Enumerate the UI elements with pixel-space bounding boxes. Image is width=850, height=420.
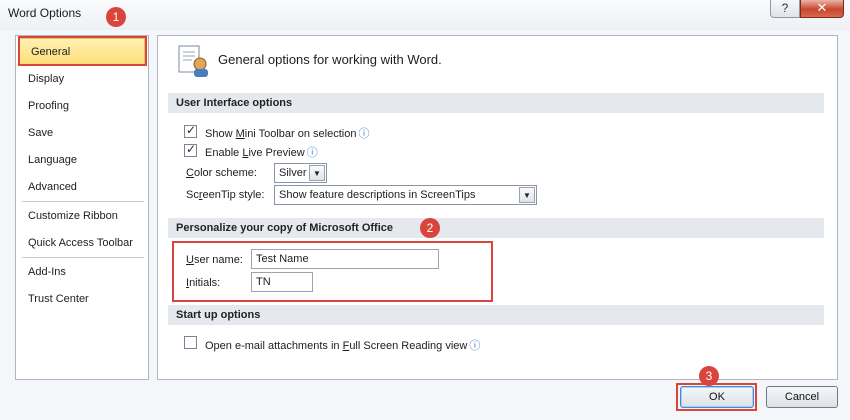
label-text: Show [205,128,236,140]
label-text: olor scheme: [193,167,257,179]
section-header-ui-options: User Interface options [168,93,824,113]
open-email-fullscreen-checkbox[interactable] [184,336,197,349]
sidebar-item-language[interactable]: Language [28,154,77,166]
sidebar-item-add-ins[interactable]: Add-Ins [28,266,66,278]
live-preview-checkbox[interactable] [184,142,197,157]
sidebar-divider [22,201,144,202]
live-preview-label[interactable]: Enable Live Preview ⓘ [205,144,318,160]
label-text: Sc [186,189,199,201]
general-options-panel: General options for working with Word. U… [157,35,838,380]
options-sidebar: General Display Proofing Save Language A… [15,35,149,380]
sidebar-divider [22,257,144,258]
chevron-down-icon[interactable]: ▼ [519,187,535,203]
screentip-style-label: ScreenTip style: [186,189,264,201]
annotation-highlight-general [18,36,147,66]
sidebar-item-trust-center[interactable]: Trust Center [28,293,89,305]
title-buttons: ? ✕ [770,0,844,18]
label-text: eenTip style: [202,189,265,201]
title-bar: Word Options ? ✕ [0,0,850,30]
annotation-badge-3: 3 [699,366,719,386]
mini-toolbar-checkbox[interactable] [184,123,197,138]
sidebar-item-quick-access-toolbar[interactable]: Quick Access Toolbar [28,237,133,249]
info-icon[interactable]: ⓘ [307,147,318,159]
annotation-badge-2: 2 [420,218,440,238]
open-email-fullscreen-label[interactable]: Open e-mail attachments in Full Screen R… [205,337,480,353]
label-text: ini Toolbar on selection [244,128,357,140]
label-text: ive Preview [248,147,305,159]
page-title: General options for working with Word. [218,52,442,67]
color-scheme-select[interactable]: Silver ▼ [274,163,327,183]
sidebar-item-proofing[interactable]: Proofing [28,100,69,112]
cancel-button[interactable]: Cancel [766,386,838,408]
annotation-badge-1: 1 [106,7,126,27]
window-title: Word Options [8,6,82,20]
color-scheme-label: Color scheme: [186,167,257,179]
label-text: ull Screen Reading view [349,340,468,352]
general-options-icon [178,45,208,77]
annotation-highlight-personalize [172,241,493,302]
sidebar-item-advanced[interactable]: Advanced [28,181,77,193]
sidebar-item-customize-ribbon[interactable]: Customize Ribbon [28,210,118,222]
sidebar-item-save[interactable]: Save [28,127,53,139]
section-header-personalize: Personalize your copy of Microsoft Offic… [168,218,824,238]
info-icon[interactable]: ⓘ [469,340,480,352]
close-button[interactable]: ✕ [800,0,844,18]
help-button[interactable]: ? [770,0,800,18]
label-text: Open e-mail attachments in [205,340,343,352]
label-text: Enable [205,147,243,159]
label-access-key: M [235,128,245,140]
select-value: Silver [279,167,307,179]
screentip-style-select[interactable]: Show feature descriptions in ScreenTips … [274,185,537,205]
annotation-highlight-ok [676,383,757,411]
section-header-startup: Start up options [168,305,824,325]
select-value: Show feature descriptions in ScreenTips [279,189,476,201]
label-access-key: C [186,167,194,179]
sidebar-item-display[interactable]: Display [28,73,64,85]
info-icon[interactable]: ⓘ [358,128,369,140]
mini-toolbar-label[interactable]: Show Mini Toolbar on selection ⓘ [205,125,369,141]
chevron-down-icon[interactable]: ▼ [309,165,325,181]
